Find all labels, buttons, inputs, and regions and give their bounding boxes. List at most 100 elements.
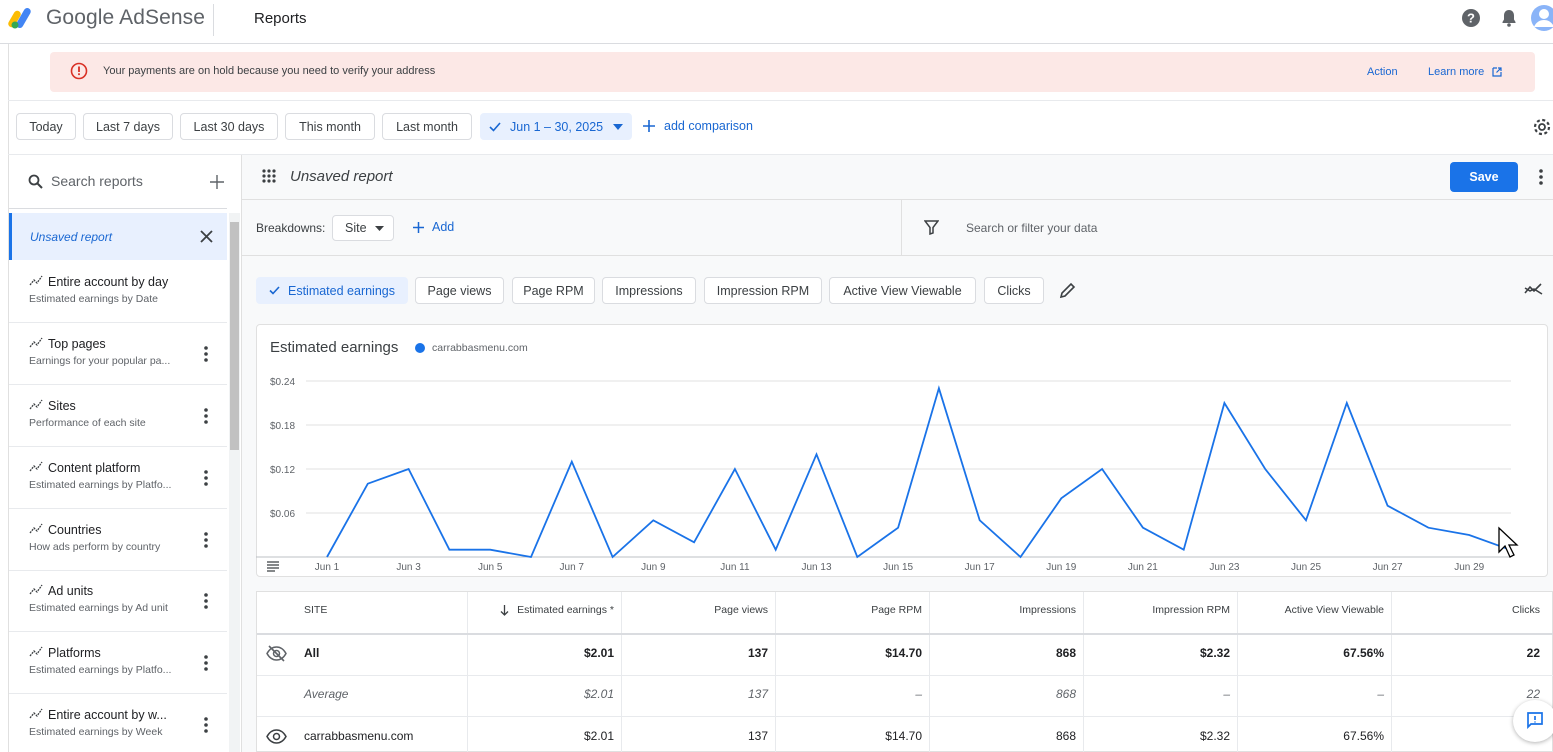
sidebar-item-entire-account-by-week[interactable]: Entire account by w... Estimated earning… — [9, 694, 227, 752]
data-point[interactable] — [853, 553, 861, 561]
save-button[interactable]: Save — [1450, 162, 1518, 192]
add-comparison-link[interactable]: add comparison — [664, 119, 753, 133]
metric-chip-impressions[interactable]: Impressions — [602, 277, 696, 304]
metric-chip-active-view-viewable[interactable]: Active View Viewable — [829, 277, 976, 304]
data-point[interactable] — [364, 480, 372, 488]
sidebar-scrollbar-thumb[interactable] — [230, 222, 239, 450]
new-report-plus-icon[interactable] — [210, 175, 224, 189]
data-point[interactable] — [1016, 553, 1024, 561]
column-header-estimated-earnings[interactable]: Estimated earnings * — [517, 604, 614, 616]
data-point[interactable] — [935, 384, 943, 392]
column-header-clicks[interactable]: Clicks — [1512, 604, 1540, 616]
data-point[interactable] — [731, 465, 739, 473]
sidebar-item-content-platform[interactable]: Content platform Estimated earnings by P… — [9, 447, 227, 509]
date-chip-last-month[interactable]: Last month — [382, 113, 472, 140]
data-point[interactable] — [1465, 531, 1473, 539]
notifications-bell-icon[interactable] — [1499, 8, 1519, 28]
data-point[interactable] — [894, 524, 902, 532]
more-vert-icon[interactable] — [201, 345, 211, 363]
close-icon[interactable] — [200, 230, 213, 243]
data-point[interactable] — [1302, 516, 1310, 524]
data-point[interactable] — [649, 516, 657, 524]
data-point[interactable] — [1384, 502, 1392, 510]
add-breakdown-button[interactable]: Add — [432, 220, 454, 234]
search-filter-input[interactable]: Search or filter your data — [966, 221, 1097, 235]
learn-more-link[interactable]: Learn more — [1428, 66, 1484, 78]
data-point[interactable] — [568, 458, 576, 466]
sort-arrow-down-icon[interactable] — [500, 605, 509, 616]
sidebar-item-subtitle: Estimated earnings by Platfo... — [29, 479, 172, 491]
more-vert-icon[interactable] — [201, 469, 211, 487]
data-point[interactable] — [772, 546, 780, 554]
apps-grid-icon[interactable] — [262, 169, 276, 183]
column-header-impressions[interactable]: Impressions — [1019, 604, 1076, 616]
legend-series-name[interactable]: carrabbasmenu.com — [432, 342, 528, 354]
sidebar-item-sites[interactable]: Sites Performance of each site — [9, 385, 227, 447]
settings-gear-icon[interactable] — [1532, 117, 1552, 137]
data-point[interactable] — [486, 546, 494, 554]
metric-chip-page-views[interactable]: Page views — [415, 277, 504, 304]
chart-type-icon[interactable] — [1524, 282, 1543, 296]
metric-chip-estimated-earnings[interactable]: Estimated earnings — [256, 277, 408, 304]
data-point[interactable] — [527, 553, 535, 561]
data-point[interactable] — [1057, 494, 1065, 502]
report-name[interactable]: Unsaved report — [290, 168, 393, 185]
legend-dot — [415, 343, 425, 353]
data-point[interactable] — [1180, 546, 1188, 554]
date-chip-today[interactable]: Today — [16, 113, 76, 140]
metric-chip-page-rpm[interactable]: Page RPM — [512, 277, 595, 304]
data-point[interactable] — [323, 553, 331, 561]
data-point[interactable] — [976, 516, 984, 524]
data-point[interactable] — [1424, 524, 1432, 532]
date-range-selector[interactable]: Jun 1 – 30, 2025 — [480, 113, 632, 140]
more-vert-icon[interactable] — [201, 592, 211, 610]
data-point[interactable] — [1220, 399, 1228, 407]
data-point[interactable] — [690, 538, 698, 546]
brand-name[interactable]: Google AdSense — [46, 6, 205, 30]
data-point[interactable] — [445, 546, 453, 554]
data-point[interactable] — [1261, 465, 1269, 473]
sidebar-item-countries[interactable]: Countries How ads perform by country — [9, 509, 227, 571]
visibility-off-icon[interactable] — [266, 645, 287, 662]
metric-chip-clicks[interactable]: Clicks — [984, 277, 1044, 304]
more-vert-icon[interactable] — [201, 407, 211, 425]
series-line-carrabbasmenu[interactable] — [326, 385, 1511, 559]
more-vert-icon[interactable] — [201, 716, 211, 734]
column-header-impression-rpm[interactable]: Impression RPM — [1152, 604, 1230, 616]
plus-icon[interactable] — [643, 120, 655, 132]
column-header-active-view-viewable[interactable]: Active View Viewable — [1285, 604, 1384, 616]
data-point[interactable] — [1139, 524, 1147, 532]
more-vert-icon[interactable] — [201, 531, 211, 549]
plus-icon[interactable] — [413, 222, 424, 233]
sidebar-item-ad-units[interactable]: Ad units Estimated earnings by Ad unit — [9, 570, 227, 632]
table-view-icon[interactable] — [267, 561, 279, 572]
external-link-icon[interactable] — [1492, 67, 1502, 77]
filter-funnel-icon[interactable] — [924, 220, 939, 235]
breakdown-site-select[interactable]: Site — [332, 215, 394, 241]
more-vert-icon[interactable] — [1536, 168, 1546, 186]
date-chip-last-30-days[interactable]: Last 30 days — [180, 113, 278, 140]
column-header-page-views[interactable]: Page views — [714, 604, 768, 616]
edit-pencil-icon[interactable] — [1059, 282, 1076, 299]
sidebar-item-entire-account-by-day[interactable]: Entire account by day Estimated earnings… — [9, 261, 227, 323]
data-point[interactable] — [609, 553, 617, 561]
data-point[interactable] — [1343, 399, 1351, 407]
metric-chip-impression-rpm[interactable]: Impression RPM — [704, 277, 822, 304]
column-header-page-rpm[interactable]: Page RPM — [871, 604, 922, 616]
sidebar-item-top-pages[interactable]: Top pages Earnings for your popular pa..… — [9, 323, 227, 385]
more-vert-icon[interactable] — [201, 654, 211, 672]
feedback-button[interactable] — [1513, 700, 1553, 742]
date-chip-last-7-days[interactable]: Last 7 days — [83, 113, 173, 140]
data-point[interactable] — [813, 450, 821, 458]
adsense-logo-icon[interactable] — [8, 6, 38, 30]
column-header-site[interactable]: SITE — [304, 604, 327, 616]
data-point[interactable] — [1098, 465, 1106, 473]
account-avatar[interactable] — [1530, 4, 1553, 32]
help-icon[interactable]: ? — [1461, 8, 1481, 28]
data-point[interactable] — [405, 465, 413, 473]
date-chip-this-month[interactable]: This month — [285, 113, 375, 140]
visibility-icon[interactable] — [266, 729, 287, 744]
alert-action-link[interactable]: Action — [1367, 66, 1398, 78]
sidebar-item-platforms[interactable]: Platforms Estimated earnings by Platfo..… — [9, 632, 227, 694]
search-reports-input[interactable]: Search reports — [51, 173, 143, 189]
